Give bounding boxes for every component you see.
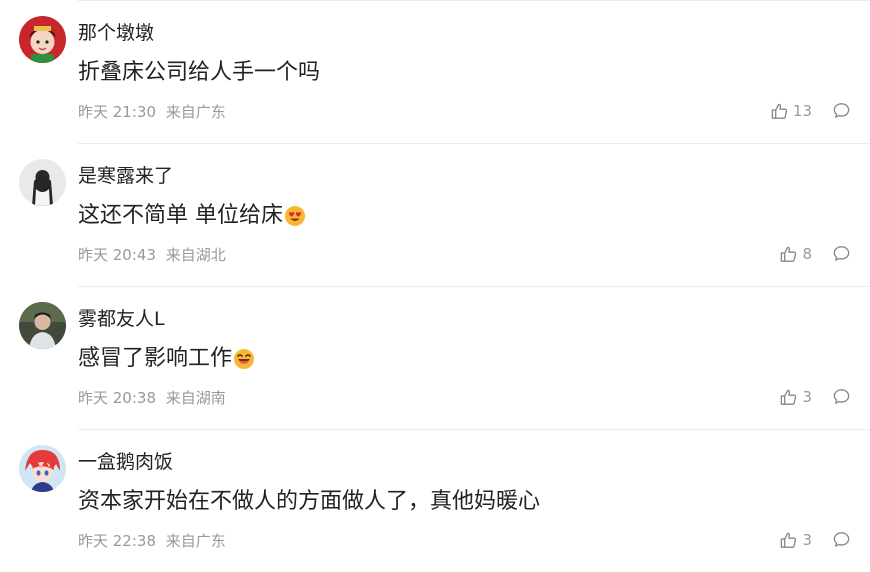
comment-location: 来自湖北 <box>165 246 226 264</box>
like-count: 3 <box>802 388 812 406</box>
thumbs-up-icon <box>771 103 788 119</box>
comment-bubble-icon <box>833 532 850 547</box>
comment-meta: 昨天 21:30 来自广东 <box>78 102 226 122</box>
comment-time: 昨天 22:38 <box>78 532 156 550</box>
comment-item: 雾都友人L 感冒了影响工作 昨天 20:38 来自湖南 3 <box>0 286 870 429</box>
laughing-emoji-icon <box>234 349 255 369</box>
comment-text-body: 资本家开始在不做人的方面做人了，真他妈暖心 <box>78 489 541 514</box>
reply-button[interactable] <box>832 101 851 120</box>
comment-text-body: 这还不简单 单位给床 <box>78 203 283 228</box>
like-count: 3 <box>802 531 812 549</box>
comment-text: 资本家开始在不做人的方面做人了，真他妈暖心 <box>78 487 540 517</box>
comment-meta: 昨天 22:38 来自广东 <box>78 531 226 551</box>
comment-location: 来自广东 <box>165 532 226 550</box>
thumbs-up-icon <box>781 532 797 548</box>
cartoon-character-red-avatar[interactable] <box>19 16 66 63</box>
like-button[interactable]: 13 <box>770 101 812 121</box>
comment-text-body: 感冒了影响工作 <box>78 346 233 371</box>
username[interactable]: 一盒鹅肉饭 <box>78 449 173 475</box>
divider <box>78 143 870 144</box>
divider <box>78 286 870 287</box>
username[interactable]: 雾都友人L <box>78 306 165 332</box>
comment-bubble-icon <box>833 246 850 261</box>
like-count: 13 <box>792 102 812 120</box>
divider <box>78 429 870 430</box>
comment-text: 这还不简单 单位给床 <box>78 201 306 231</box>
comment-bubble-icon <box>833 389 850 404</box>
comment-time: 昨天 21:30 <box>78 103 156 121</box>
comment-item: 一盒鹅肉饭 资本家开始在不做人的方面做人了，真他妈暖心 昨天 22:38 来自广… <box>0 429 870 572</box>
reply-button[interactable] <box>832 387 851 406</box>
comment-text: 折叠床公司给人手一个吗 <box>78 58 320 88</box>
heart-eyes-emoji-icon <box>285 206 305 226</box>
reply-button[interactable] <box>832 530 851 549</box>
like-button[interactable]: 3 <box>779 530 812 550</box>
comment-time: 昨天 20:38 <box>78 389 156 407</box>
thumbs-up-icon <box>781 246 797 262</box>
divider <box>78 0 870 1</box>
comment-text-body: 折叠床公司给人手一个吗 <box>78 60 321 85</box>
username[interactable]: 那个墩墩 <box>78 20 154 46</box>
comment-meta: 昨天 20:43 来自湖北 <box>78 245 226 265</box>
username[interactable]: 是寒露来了 <box>78 163 173 189</box>
comment-item: 那个墩墩 折叠床公司给人手一个吗 昨天 21:30 来自广东 13 <box>0 0 870 143</box>
comment-time: 昨天 20:43 <box>78 246 156 264</box>
thumbs-up-icon <box>781 389 797 405</box>
anime-red-hair-avatar[interactable] <box>19 445 66 492</box>
like-button[interactable]: 8 <box>779 244 812 264</box>
reply-button[interactable] <box>832 244 851 263</box>
comment-meta: 昨天 20:38 来自湖南 <box>78 388 226 408</box>
comment-location: 来自广东 <box>165 103 226 121</box>
like-button[interactable]: 3 <box>779 387 812 407</box>
comment-text: 感冒了影响工作 <box>78 344 255 374</box>
like-count: 8 <box>802 245 812 263</box>
comment-list: 那个墩墩 折叠床公司给人手一个吗 昨天 21:30 来自广东 13 是寒露来了 … <box>0 0 870 568</box>
comment-location: 来自湖南 <box>165 389 226 407</box>
silhouette-girl-avatar[interactable] <box>19 159 66 206</box>
comment-item: 是寒露来了 这还不简单 单位给床 昨天 20:43 来自湖北 8 <box>0 143 870 286</box>
person-photo-avatar[interactable] <box>19 302 66 349</box>
comment-bubble-icon <box>833 103 850 118</box>
